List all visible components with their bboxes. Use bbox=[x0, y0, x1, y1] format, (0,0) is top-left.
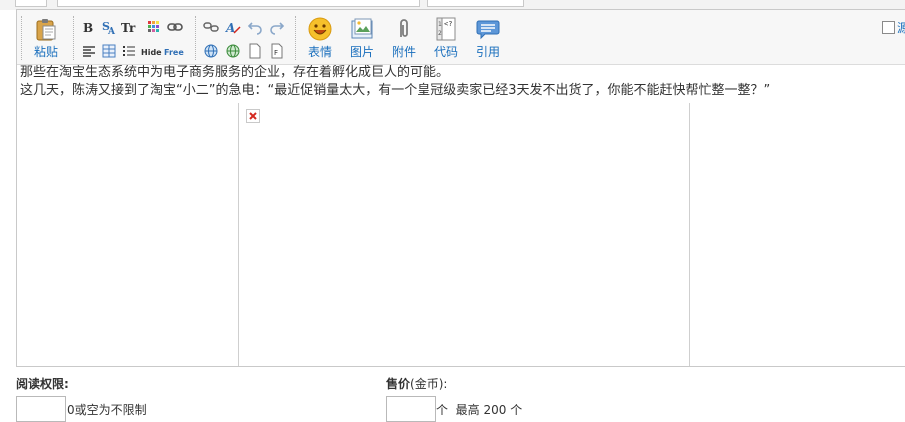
page-button[interactable] bbox=[247, 43, 263, 59]
read-permission-label: 阅读权限: bbox=[16, 377, 69, 391]
globe-media-icon bbox=[226, 44, 240, 58]
broken-image-icon bbox=[246, 109, 260, 123]
svg-text:2: 2 bbox=[438, 30, 442, 37]
paste-icon bbox=[34, 17, 58, 41]
list-icon bbox=[123, 46, 135, 56]
paste-button[interactable]: 粘贴 bbox=[28, 17, 64, 61]
source-toggle[interactable]: 源 bbox=[882, 21, 905, 35]
svg-text:A: A bbox=[225, 21, 235, 35]
editor-line-2: 这几天，陈涛又接到了淘宝“小二”的急电：“最近促销量太大，有一个皇冠级卖家已经3… bbox=[20, 83, 771, 98]
bold-icon: B bbox=[83, 21, 93, 35]
read-permission-input[interactable] bbox=[16, 396, 66, 422]
redo-icon bbox=[270, 22, 285, 35]
editor-line-1: 那些在淘宝生态系统中为电子商务服务的企业，存在着孵化成巨人的可能。 bbox=[20, 65, 450, 80]
title-button[interactable]: Tr bbox=[121, 19, 137, 35]
svg-text:1: 1 bbox=[438, 21, 442, 28]
page-break-icon: F bbox=[271, 43, 283, 59]
redo-button[interactable] bbox=[269, 19, 285, 35]
list-button[interactable] bbox=[121, 43, 137, 59]
unlink-button[interactable] bbox=[203, 19, 219, 35]
svg-text:F: F bbox=[274, 49, 278, 57]
bold-button[interactable]: B bbox=[81, 19, 97, 35]
hide-icon: Hide bbox=[141, 48, 162, 57]
price-label: 售价(金币): bbox=[386, 375, 447, 392]
undo-icon bbox=[247, 22, 262, 35]
clear-format-icon: A bbox=[225, 21, 241, 35]
attachment-label: 附件 bbox=[391, 45, 416, 59]
attachment-button[interactable]: 附件 bbox=[386, 17, 422, 61]
editor-content[interactable]: 那些在淘宝生态系统中为电子商务服务的企业，存在着孵化成巨人的可能。 这几天，陈涛… bbox=[17, 65, 905, 366]
price-hint: 个 最高 200 个 bbox=[436, 401, 522, 418]
insert-link-button[interactable] bbox=[203, 43, 219, 59]
source-checkbox-label: 源 bbox=[897, 21, 905, 35]
code-icon: 1 2 <? bbox=[434, 17, 458, 41]
code-button[interactable]: 1 2 <? 代码 bbox=[428, 17, 464, 61]
post-editor: 粘贴 B S A Tr Hide Free A F 表情 图片 附件 1 2 <… bbox=[16, 9, 905, 367]
quote-label: 引用 bbox=[475, 45, 500, 59]
page-break-button[interactable]: F bbox=[269, 43, 285, 59]
insert-media-button[interactable] bbox=[225, 43, 241, 59]
toolbar-separator bbox=[73, 16, 74, 60]
price-input[interactable] bbox=[386, 396, 436, 422]
svg-text:<?: <? bbox=[444, 20, 452, 28]
top-field-right[interactable] bbox=[427, 0, 524, 7]
image-icon bbox=[350, 17, 374, 41]
emoticon-button[interactable]: 表情 bbox=[302, 17, 338, 61]
toolbar-separator bbox=[21, 16, 22, 60]
paste-label: 粘贴 bbox=[33, 45, 58, 59]
price-unit-label: (金币): bbox=[410, 377, 448, 391]
undo-button[interactable] bbox=[247, 19, 263, 35]
color-grid-icon bbox=[148, 21, 159, 32]
font-icon: S A bbox=[102, 20, 116, 35]
code-label: 代码 bbox=[433, 45, 458, 59]
font-button[interactable]: S A bbox=[101, 19, 117, 35]
read-permission-hint: 0或空为不限制 bbox=[67, 403, 147, 417]
color-button[interactable] bbox=[146, 19, 162, 35]
unlink-icon bbox=[203, 22, 219, 32]
smiley-icon bbox=[308, 17, 332, 41]
top-select[interactable] bbox=[15, 0, 47, 7]
embedded-image-frame[interactable] bbox=[238, 103, 690, 366]
quote-icon bbox=[476, 17, 500, 41]
source-checkbox[interactable] bbox=[882, 21, 895, 34]
link-icon bbox=[167, 23, 183, 31]
table-icon bbox=[102, 44, 116, 58]
align-button[interactable] bbox=[81, 43, 97, 59]
quote-button[interactable]: 引用 bbox=[470, 17, 506, 61]
toolbar-separator bbox=[195, 16, 196, 60]
emoticon-label: 表情 bbox=[307, 45, 332, 59]
hide-button[interactable]: Hide bbox=[141, 43, 163, 59]
globe-link-icon bbox=[204, 44, 218, 58]
paperclip-icon bbox=[392, 17, 416, 41]
svg-text:A: A bbox=[107, 27, 116, 35]
image-label: 图片 bbox=[349, 45, 374, 59]
editor-toolbar: 粘贴 B S A Tr Hide Free A F 表情 图片 附件 1 2 <… bbox=[17, 10, 905, 65]
price-max: 最高 200 个 bbox=[455, 403, 523, 417]
link-button[interactable] bbox=[167, 19, 183, 35]
free-icon: Free bbox=[164, 48, 184, 57]
table-button[interactable] bbox=[101, 43, 117, 59]
subject-input[interactable] bbox=[57, 0, 420, 7]
price-label-text: 售价 bbox=[386, 377, 411, 391]
page-icon bbox=[249, 43, 261, 59]
free-button[interactable]: Free bbox=[164, 43, 186, 59]
image-button[interactable]: 图片 bbox=[344, 17, 380, 61]
price-unit: 个 bbox=[436, 403, 449, 417]
toolbar-separator bbox=[295, 16, 296, 60]
title-icon: Tr bbox=[121, 21, 136, 35]
align-left-icon bbox=[83, 46, 95, 57]
clear-format-button[interactable]: A bbox=[225, 19, 241, 35]
